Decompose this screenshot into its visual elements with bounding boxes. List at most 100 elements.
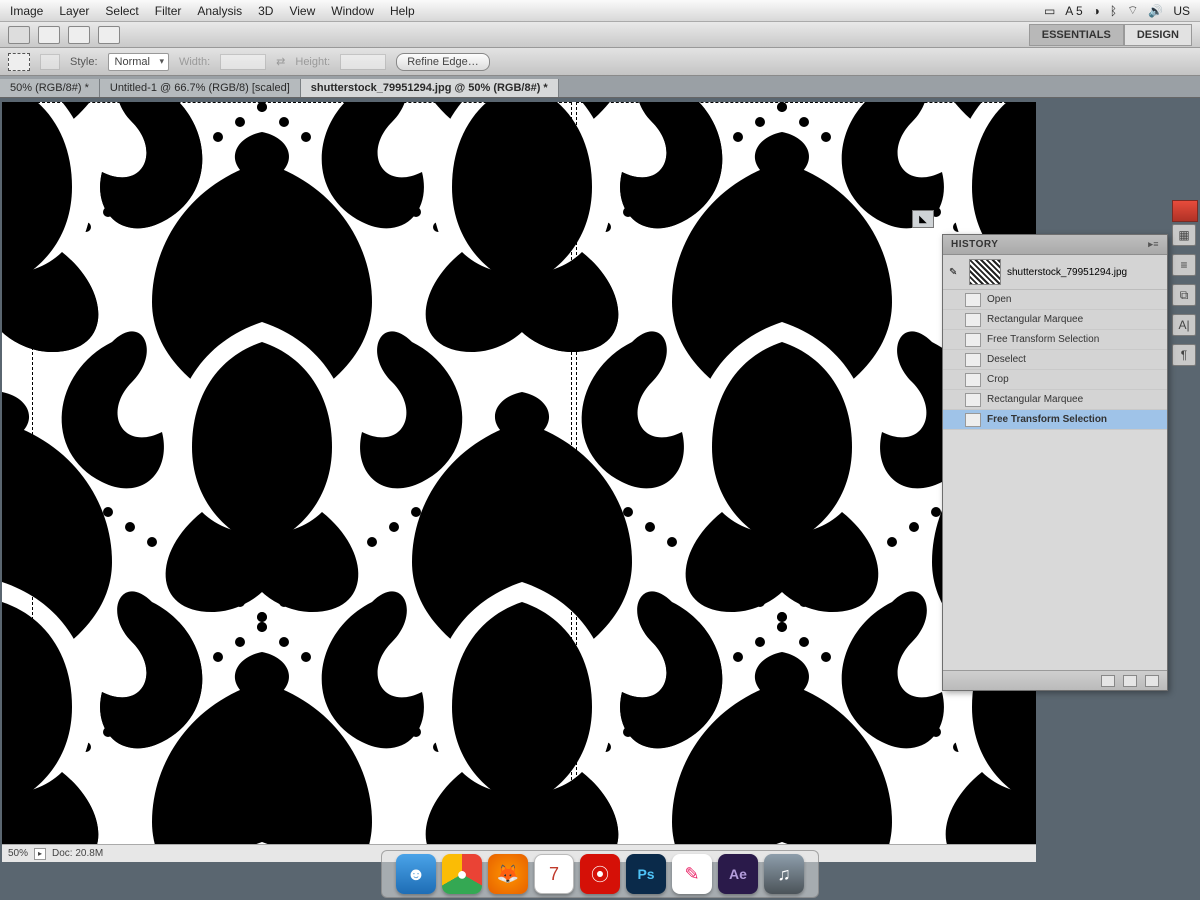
marquee-step-icon: [965, 313, 981, 327]
document-tab-bar: 50% (RGB/8#) * Untitled-1 @ 66.7% (RGB/8…: [0, 76, 1200, 98]
height-field[interactable]: [340, 54, 386, 70]
character-icon[interactable]: A|: [1172, 314, 1196, 336]
history-step-label: Rectangular Marquee: [987, 314, 1083, 325]
workspace-switcher: ESSENTIALS DESIGN: [1029, 24, 1192, 46]
macos-status-icons: ▭ A 5 ◑ ᛒ ⌔ 🔊 US: [1044, 3, 1190, 18]
tool-options-bar: Style: Normal Width: ⇄ Height: Refine Ed…: [0, 48, 1200, 76]
volume-icon[interactable]: 🔊: [1148, 4, 1163, 18]
snapshot-thumbnail: [969, 259, 1001, 285]
layers-icon[interactable]: ⧉: [1172, 284, 1196, 306]
deselect-step-icon: [965, 353, 981, 367]
document-canvas[interactable]: [2, 102, 1036, 862]
screen-mode-dropdown[interactable]: [98, 26, 120, 44]
history-step[interactable]: Rectangular Marquee: [943, 310, 1167, 330]
selection-new-icon[interactable]: [40, 54, 60, 70]
marquee-tool-icon[interactable]: [8, 53, 30, 71]
workspace-area: 50% ▸ Doc: 20.8M ◣ ▦ ≡ ⧉ A| ¶ HISTORY ▸≡…: [0, 98, 1200, 862]
transform-step-icon: [965, 333, 981, 347]
color-panel-collapsed-icon[interactable]: [1172, 200, 1198, 222]
history-step[interactable]: Deselect: [943, 350, 1167, 370]
swatches-icon[interactable]: ▦: [1172, 224, 1196, 246]
menu-filter[interactable]: Filter: [155, 4, 182, 18]
history-panel-title: HISTORY: [951, 239, 998, 250]
macos-dock: ☻ ● 🦊 7 ⦿ Ps ✎ Ae ♫: [381, 850, 819, 898]
open-step-icon: [965, 293, 981, 307]
history-snapshot-row[interactable]: ✎ shutterstock_79951294.jpg: [943, 255, 1167, 290]
menu-3d[interactable]: 3D: [258, 4, 273, 18]
flag-icon[interactable]: US: [1173, 4, 1190, 18]
dock-itunes-icon[interactable]: ♫: [764, 854, 804, 894]
history-step-label: Deselect: [987, 354, 1026, 365]
arrange-documents-dropdown[interactable]: [68, 26, 90, 44]
adjustments-icon[interactable]: ≡: [1172, 254, 1196, 276]
adobe-status-icon: A 5: [1065, 4, 1082, 18]
swap-wh-icon[interactable]: ⇄: [276, 55, 285, 68]
doc-size-label: Doc: 20.8M: [52, 848, 103, 859]
history-panel-footer: [943, 670, 1167, 690]
dock-lastfm-icon[interactable]: ⦿: [580, 854, 620, 894]
history-step[interactable]: Crop: [943, 370, 1167, 390]
width-field[interactable]: [220, 54, 266, 70]
damask-pattern-image: [2, 102, 1036, 862]
style-select-value: Normal: [115, 56, 150, 68]
options-bar-top: ESSENTIALS DESIGN: [0, 22, 1200, 48]
bluetooth-icon[interactable]: ᛒ: [1110, 4, 1117, 18]
menu-view[interactable]: View: [289, 4, 315, 18]
history-step-label: Crop: [987, 374, 1009, 385]
history-panel-tab[interactable]: HISTORY ▸≡: [943, 235, 1167, 255]
menu-select[interactable]: Select: [105, 4, 138, 18]
document-tab[interactable]: 50% (RGB/8#) *: [0, 79, 100, 97]
transform-reference-icon[interactable]: ◣: [912, 210, 934, 228]
history-step-label: Rectangular Marquee: [987, 394, 1083, 405]
macos-menubar: Image Layer Select Filter Analysis 3D Vi…: [0, 0, 1200, 22]
status-menu-arrow[interactable]: ▸: [34, 848, 46, 860]
wifi-icon[interactable]: ⌔: [1127, 3, 1138, 18]
history-step-current[interactable]: Free Transform Selection: [943, 410, 1167, 430]
menu-image[interactable]: Image: [10, 4, 43, 18]
paragraph-icon[interactable]: ¶: [1172, 344, 1196, 366]
dock-chrome-icon[interactable]: ●: [442, 854, 482, 894]
sync-icon[interactable]: ◑: [1093, 4, 1100, 18]
style-label: Style:: [70, 56, 98, 68]
menu-layer[interactable]: Layer: [59, 4, 89, 18]
height-label: Height:: [295, 56, 330, 68]
document-tab-active[interactable]: shutterstock_79951294.jpg @ 50% (RGB/8#)…: [301, 79, 559, 97]
history-panel: HISTORY ▸≡ ✎ shutterstock_79951294.jpg O…: [942, 234, 1168, 691]
history-step[interactable]: Open: [943, 290, 1167, 310]
right-collapsed-dock: ▦ ≡ ⧉ A| ¶: [1172, 224, 1198, 366]
document-tab[interactable]: Untitled-1 @ 66.7% (RGB/8) [scaled]: [100, 79, 301, 97]
style-select[interactable]: Normal: [108, 53, 169, 71]
workspace-essentials[interactable]: ESSENTIALS: [1029, 24, 1124, 46]
new-snapshot-icon[interactable]: [1123, 675, 1137, 687]
refine-edge-button[interactable]: Refine Edge…: [396, 53, 490, 71]
dock-finder-icon[interactable]: ☻: [396, 854, 436, 894]
workspace-design[interactable]: DESIGN: [1124, 24, 1192, 46]
menu-window[interactable]: Window: [331, 4, 374, 18]
marquee-step-icon: [965, 393, 981, 407]
history-step-label: Open: [987, 294, 1011, 305]
menu-analysis[interactable]: Analysis: [197, 4, 242, 18]
history-panel-empty-area: [943, 430, 1167, 670]
dock-calendar-icon[interactable]: 7: [534, 854, 574, 894]
zoom-level-field[interactable]: 50%: [8, 848, 28, 859]
screencast-icon[interactable]: ▭: [1044, 4, 1055, 18]
tool-preset-dropdown[interactable]: [38, 26, 60, 44]
app-menu-group: Image Layer Select Filter Analysis 3D Vi…: [10, 4, 415, 18]
history-step[interactable]: Rectangular Marquee: [943, 390, 1167, 410]
snapshot-name: shutterstock_79951294.jpg: [1007, 267, 1127, 278]
history-step-label: Free Transform Selection: [987, 334, 1099, 345]
history-step-label: Free Transform Selection: [987, 414, 1107, 425]
panel-menu-icon[interactable]: ▸≡: [1148, 239, 1159, 250]
refine-edge-label: Refine Edge…: [407, 56, 479, 68]
dock-skitch-icon[interactable]: ✎: [672, 854, 712, 894]
dock-photoshop-icon[interactable]: Ps: [626, 854, 666, 894]
delete-state-icon[interactable]: [1145, 675, 1159, 687]
history-step[interactable]: Free Transform Selection: [943, 330, 1167, 350]
history-brush-source-icon[interactable]: ✎: [949, 267, 963, 278]
current-tool-icon[interactable]: [8, 26, 30, 44]
transform-step-icon: [965, 413, 981, 427]
menu-help[interactable]: Help: [390, 4, 415, 18]
create-document-from-state-icon[interactable]: [1101, 675, 1115, 687]
dock-aftereffects-icon[interactable]: Ae: [718, 854, 758, 894]
dock-firefox-icon[interactable]: 🦊: [488, 854, 528, 894]
